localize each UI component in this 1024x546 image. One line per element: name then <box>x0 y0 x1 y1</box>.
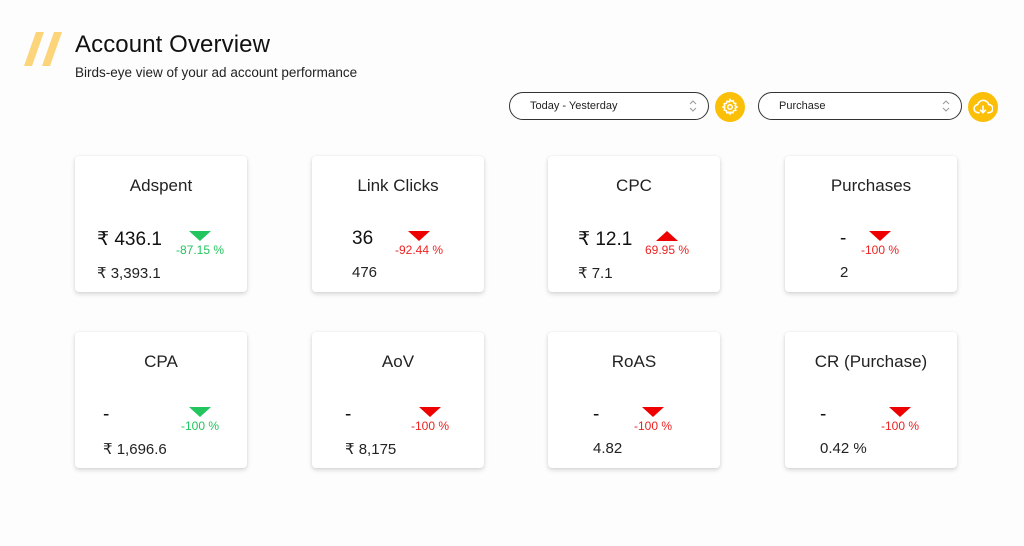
triangle-down-icon <box>889 407 911 417</box>
metric-change: -100 % <box>395 407 465 433</box>
metric-change: -100 % <box>165 407 235 433</box>
metric-change-percent: -92.44 % <box>394 243 444 257</box>
settings-button[interactable] <box>715 92 745 122</box>
event-select[interactable]: Purchase <box>758 92 962 120</box>
date-range-value: Today - Yesterday <box>530 100 618 112</box>
metric-change-percent: -100 % <box>633 419 673 433</box>
metric-previous-value: 2 <box>840 264 849 281</box>
metric-value: ₹ 12.1 <box>578 229 633 250</box>
metric-value: - <box>820 404 827 425</box>
metric-card: CR (Purchase) - -100 % 0.42 % <box>785 332 957 468</box>
metric-previous-value: 0.42 % <box>820 440 867 457</box>
metric-label: Link Clicks <box>357 176 439 195</box>
metric-card: Purchases - -100 % 2 <box>785 156 957 292</box>
metric-label: CPA <box>144 352 178 371</box>
metric-label: RoAS <box>611 352 657 371</box>
metric-label: Adspent <box>129 176 193 195</box>
double-slash-logo-icon <box>24 32 62 66</box>
cloud-download-icon <box>973 99 993 114</box>
metric-card: CPA - -100 % ₹ 1,696.6 <box>75 332 247 468</box>
metric-label: Purchases <box>830 176 912 195</box>
metric-card: AoV - -100 % ₹ 8,175 <box>312 332 484 468</box>
metric-card: Adspent ₹ 436.1 -87.15 % ₹ 3,393.1 <box>75 156 247 292</box>
download-button[interactable] <box>968 92 998 122</box>
triangle-up-icon <box>656 231 678 241</box>
metric-change: -87.15 % <box>165 231 235 257</box>
metric-change-percent: -87.15 % <box>175 243 225 257</box>
triangle-down-icon <box>869 231 891 241</box>
metric-label: CR (Purchase) <box>814 352 928 371</box>
metric-value: - <box>345 404 352 425</box>
metric-change: -100 % <box>865 407 935 433</box>
metric-value: - <box>103 404 110 425</box>
gear-icon <box>721 98 739 116</box>
metric-previous-value: ₹ 1,696.6 <box>103 441 167 458</box>
metric-value: - <box>593 404 600 425</box>
triangle-down-icon <box>189 231 211 241</box>
metric-change-percent: -100 % <box>880 419 920 433</box>
metric-change-percent: -100 % <box>410 419 450 433</box>
metric-previous-value: ₹ 3,393.1 <box>97 265 161 282</box>
metric-change: -100 % <box>845 231 915 257</box>
page-subtitle: Birds-eye view of your ad account perfor… <box>75 65 358 80</box>
metric-change: 69.95 % <box>632 231 702 257</box>
date-range-select[interactable]: Today - Yesterday <box>509 92 709 120</box>
metric-change: -92.44 % <box>384 231 454 257</box>
metric-change-percent: -100 % <box>180 419 220 433</box>
metric-card: Link Clicks 36 -92.44 % 476 <box>312 156 484 292</box>
event-value: Purchase <box>779 100 826 112</box>
metric-previous-value: 476 <box>352 264 378 281</box>
metric-previous-value: 4.82 <box>593 440 623 457</box>
metric-card: CPC ₹ 12.1 69.95 % ₹ 7.1 <box>548 156 720 292</box>
metric-label: AoV <box>381 352 415 371</box>
metric-change-percent: -100 % <box>860 243 900 257</box>
metric-label: CPC <box>616 176 652 195</box>
metric-value: 36 <box>352 228 374 249</box>
page-title: Account Overview <box>75 31 271 58</box>
metric-previous-value: ₹ 8,175 <box>345 441 397 458</box>
triangle-down-icon <box>408 231 430 241</box>
metric-value: ₹ 436.1 <box>97 229 162 250</box>
metric-previous-value: ₹ 7.1 <box>578 265 613 282</box>
triangle-down-icon <box>642 407 664 417</box>
metric-card: RoAS - -100 % 4.82 <box>548 332 720 468</box>
metric-change: -100 % <box>618 407 688 433</box>
triangle-down-icon <box>189 407 211 417</box>
chevron-up-down-icon <box>689 100 697 112</box>
metric-change-percent: 69.95 % <box>644 243 690 257</box>
triangle-down-icon <box>419 407 441 417</box>
chevron-up-down-icon <box>942 100 950 112</box>
